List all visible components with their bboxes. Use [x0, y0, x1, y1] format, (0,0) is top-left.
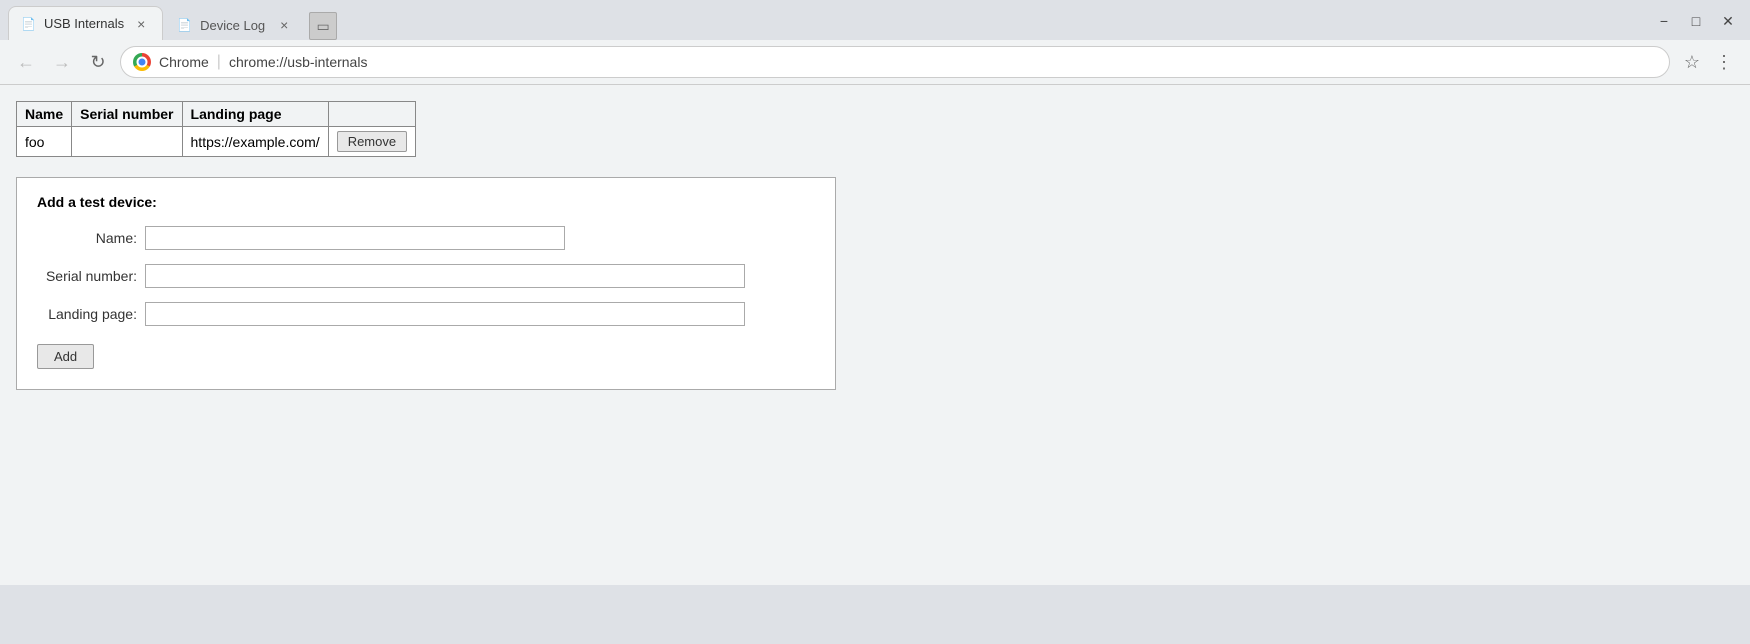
name-label: Name:: [37, 230, 137, 246]
address-separator: |: [217, 53, 221, 71]
tab-device-log[interactable]: 📄 Device Log ×: [165, 10, 305, 40]
form-row-name: Name:: [37, 226, 815, 250]
tab-device-log-icon: 📄: [177, 18, 192, 32]
serial-label: Serial number:: [37, 268, 137, 284]
minimize-button[interactable]: −: [1650, 7, 1678, 35]
window-controls: − □ ✕: [1650, 6, 1742, 40]
landing-label: Landing page:: [37, 306, 137, 322]
name-input[interactable]: [145, 226, 565, 250]
form-row-landing: Landing page:: [37, 302, 815, 326]
tab-page-icon: 📄: [21, 17, 36, 31]
remove-button[interactable]: Remove: [337, 131, 407, 152]
device-table: Name Serial number Landing page foo http…: [16, 101, 416, 157]
chrome-logo-icon: [133, 53, 151, 71]
table-header-serial: Serial number: [72, 102, 182, 127]
reload-button[interactable]: ↻: [84, 48, 112, 76]
menu-button[interactable]: ⋮: [1710, 48, 1738, 76]
table-cell-landing: https://example.com/: [182, 127, 328, 157]
tab-usb-internals-close[interactable]: ×: [132, 15, 150, 33]
tab-device-log-close[interactable]: ×: [275, 16, 293, 34]
form-row-serial: Serial number:: [37, 264, 815, 288]
table-header-action: [328, 102, 415, 127]
close-button[interactable]: ✕: [1714, 7, 1742, 35]
add-device-title: Add a test device:: [37, 194, 815, 210]
table-row: foo https://example.com/ Remove: [17, 127, 416, 157]
title-bar: 📄 USB Internals × 📄 Device Log × ▭ − □ ✕: [0, 0, 1750, 40]
bookmark-button[interactable]: ☆: [1678, 48, 1706, 76]
new-tab-button[interactable]: ▭: [309, 12, 337, 40]
maximize-button[interactable]: □: [1682, 7, 1710, 35]
address-bar[interactable]: Chrome | chrome://usb-internals: [120, 46, 1670, 78]
table-cell-name: foo: [17, 127, 72, 157]
forward-button[interactable]: →: [48, 48, 76, 76]
site-name: Chrome: [159, 54, 209, 70]
page-content: Name Serial number Landing page foo http…: [0, 85, 1750, 585]
address-url: chrome://usb-internals: [229, 54, 368, 70]
tab-device-log-label: Device Log: [200, 18, 267, 33]
add-device-box: Add a test device: Name: Serial number: …: [16, 177, 836, 390]
table-cell-serial: [72, 127, 182, 157]
table-header-name: Name: [17, 102, 72, 127]
tab-usb-internals[interactable]: 📄 USB Internals ×: [8, 6, 163, 40]
back-button[interactable]: ←: [12, 48, 40, 76]
landing-input[interactable]: [145, 302, 745, 326]
table-cell-remove: Remove: [328, 127, 415, 157]
serial-input[interactable]: [145, 264, 745, 288]
tab-usb-internals-label: USB Internals: [44, 16, 124, 31]
table-header-landing: Landing page: [182, 102, 328, 127]
toolbar-right: ☆ ⋮: [1678, 48, 1738, 76]
toolbar: ← → ↻ Chrome | chrome://usb-internals ☆ …: [0, 40, 1750, 85]
add-button[interactable]: Add: [37, 344, 94, 369]
tab-bar: 📄 USB Internals × 📄 Device Log × ▭: [8, 6, 1650, 40]
